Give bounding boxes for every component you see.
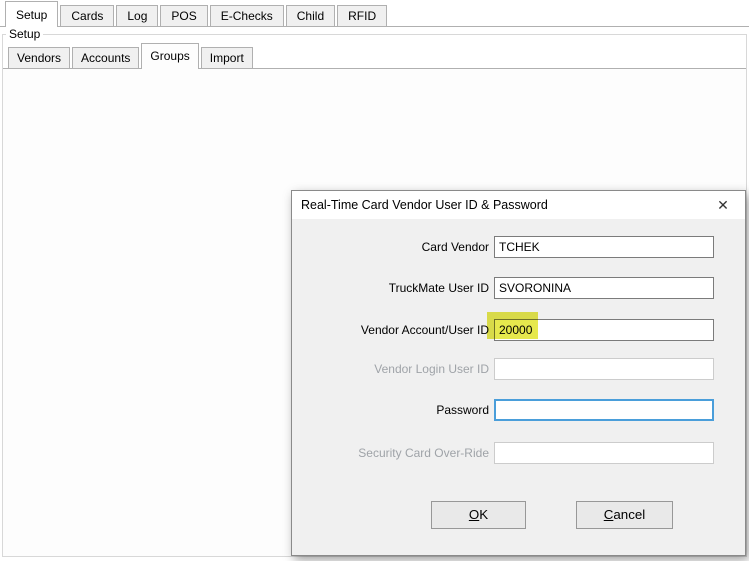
main-tab-rfid[interactable]: RFID (337, 5, 387, 26)
security-card-override-label: Security Card Over-Ride (292, 442, 489, 464)
vendor-account-user-id-field[interactable]: 20000 (494, 319, 714, 341)
cancel-button[interactable]: Cancel (576, 501, 673, 529)
main-tab-echecks[interactable]: E-Checks (210, 5, 284, 26)
subtab-import[interactable]: Import (201, 47, 253, 68)
realtime-vendor-dialog: Real-Time Card Vendor User ID & Password… (291, 190, 746, 556)
vendor-login-user-id-field (494, 358, 714, 380)
subtab-groups[interactable]: Groups (141, 43, 198, 69)
close-icon[interactable]: ✕ (707, 191, 739, 219)
security-card-override-field (494, 442, 714, 464)
main-tab-child[interactable]: Child (286, 5, 335, 26)
dialog-title: Real-Time Card Vendor User ID & Password (301, 191, 548, 219)
vendor-account-user-id-label: Vendor Account/User ID (292, 319, 489, 341)
main-tab-pos[interactable]: POS (160, 5, 207, 26)
subtab-accounts[interactable]: Accounts (72, 47, 139, 68)
vendor-login-user-id-label: Vendor Login User ID (292, 358, 489, 380)
main-tab-cards[interactable]: Cards (60, 5, 114, 26)
sub-tab-bar: Vendors Accounts Groups Import (8, 47, 255, 68)
subtab-vendors[interactable]: Vendors (8, 47, 70, 68)
setup-groupbox-label: Setup (6, 27, 43, 41)
main-tab-log[interactable]: Log (116, 5, 158, 26)
card-vendor-field[interactable]: TCHEK (494, 236, 714, 258)
password-label: Password (292, 399, 489, 421)
main-tab-setup[interactable]: Setup (5, 1, 58, 27)
main-tab-bar: Setup Cards Log POS E-Checks Child RFID (0, 3, 749, 27)
password-field[interactable] (494, 399, 714, 421)
card-vendor-label: Card Vendor (292, 236, 489, 258)
app-window: Setup Cards Log POS E-Checks Child RFID … (0, 0, 749, 561)
truckmate-user-id-label: TruckMate User ID (292, 277, 489, 299)
truckmate-user-id-field[interactable]: SVORONINA (494, 277, 714, 299)
ok-button[interactable]: OK (431, 501, 526, 529)
dialog-titlebar: Real-Time Card Vendor User ID & Password… (292, 191, 745, 219)
